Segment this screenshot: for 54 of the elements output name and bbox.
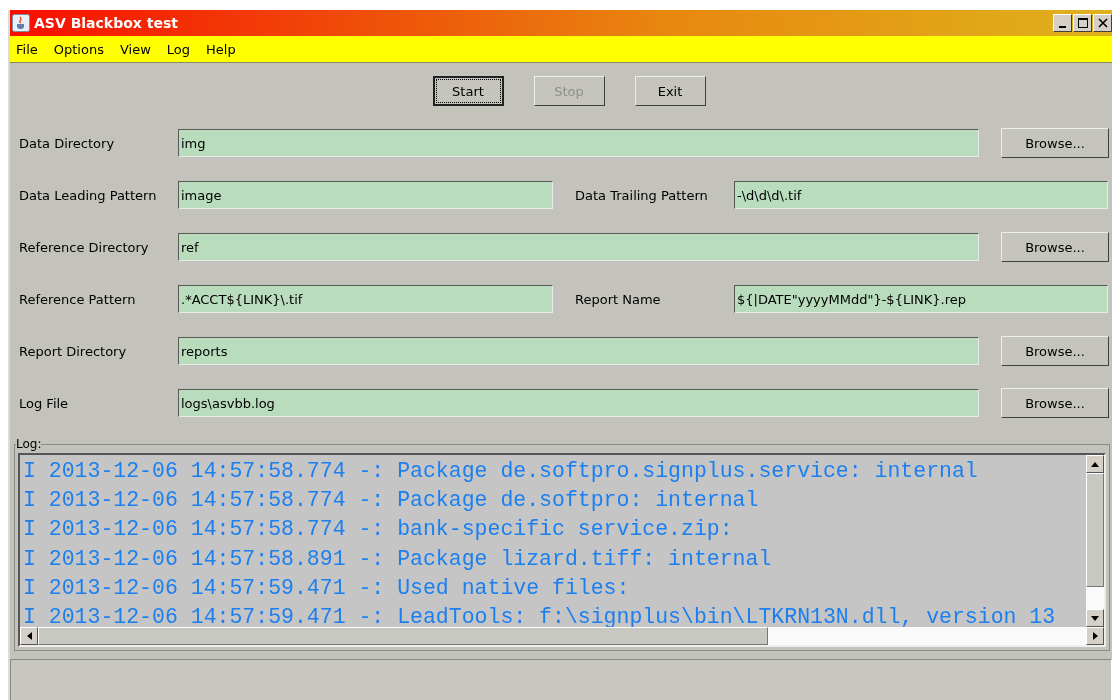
- log-line: I 2013-12-06 14:57:58.891 -: Package lizard.tiff: internal: [23, 545, 773, 573]
- text-field[interactable]: image: [178, 181, 553, 209]
- browse-button[interactable]: Browse...: [1001, 232, 1109, 262]
- log-line: I 2013-12-06 14:57:58.774 -: bank-specific service.zip:: [23, 516, 734, 544]
- menu-item[interactable]: View: [119, 41, 151, 57]
- scrollbar-thumb[interactable]: [38, 627, 768, 645]
- log-line: I 2013-12-06 14:57:59.471 -: LeadTools: f:\signplus\bin\LTKRN13N.dll, version 13: [23, 604, 1057, 627]
- text-field[interactable]: ref: [178, 233, 979, 261]
- log-title: Log:: [16, 437, 42, 451]
- text-field[interactable]: img: [178, 129, 979, 157]
- close-button[interactable]: [1093, 14, 1112, 32]
- field-label: Report Directory: [19, 343, 128, 359]
- field-label: Reference Pattern: [19, 291, 137, 307]
- browse-button[interactable]: Browse...: [1001, 388, 1109, 418]
- minimize-button[interactable]: [1053, 14, 1072, 32]
- maximize-button[interactable]: [1073, 14, 1092, 32]
- field-label: Log File: [19, 395, 70, 411]
- horizontal-scrollbar[interactable]: [20, 627, 1104, 645]
- down-arrow-icon: [1091, 615, 1099, 621]
- log-line: I 2013-12-06 14:57:59.471 -: Used native files:: [23, 574, 631, 602]
- field-label: Reference Directory: [19, 239, 150, 255]
- field-label: Report Name: [575, 291, 662, 307]
- menu-item[interactable]: File: [16, 41, 38, 57]
- right-arrow-icon: [1092, 632, 1098, 640]
- up-arrow-icon: [1091, 461, 1099, 467]
- field-label: Data Directory: [19, 135, 116, 151]
- menu-item[interactable]: Options: [53, 41, 104, 57]
- maximize-icon: [1077, 18, 1088, 28]
- minimize-icon: [1059, 25, 1066, 28]
- log-line: I 2013-12-06 14:57:58.774 -: Package de.softpro.signplus.service: internal: [23, 458, 979, 485]
- text-field[interactable]: .*ACCT${LINK}\.tif: [178, 285, 553, 313]
- vertical-scrollbar[interactable]: [1086, 455, 1104, 627]
- menu-item[interactable]: Log: [166, 41, 191, 57]
- close-icon: [1097, 18, 1108, 28]
- log-line: I 2013-12-06 14:57:58.774 -: Package de.softpro: internal: [23, 487, 760, 515]
- scroll-down-button[interactable]: [1086, 609, 1104, 627]
- left-arrow-icon: [26, 632, 32, 640]
- scroll-left-button[interactable]: [20, 627, 38, 645]
- text-field[interactable]: reports: [178, 337, 979, 365]
- text-field[interactable]: logs\asvbb.log: [178, 389, 979, 417]
- field-label: Data Trailing Pattern: [575, 187, 709, 203]
- coffee-cup-icon: [12, 14, 30, 32]
- scroll-right-button[interactable]: [1086, 627, 1104, 645]
- browse-button[interactable]: Browse...: [1001, 336, 1109, 366]
- window-title: ASV Blackbox test: [34, 15, 178, 31]
- field-label: Data Leading Pattern: [19, 187, 158, 203]
- action-button[interactable]: Start: [432, 76, 504, 106]
- scrollbar-thumb[interactable]: [1086, 473, 1104, 587]
- text-field[interactable]: ${|DATE"yyyyMMdd"}-${LINK}.rep: [734, 285, 1108, 313]
- browse-button[interactable]: Browse...: [1001, 128, 1109, 158]
- action-button[interactable]: Exit: [634, 76, 706, 106]
- scroll-up-button[interactable]: [1086, 455, 1104, 473]
- text-field[interactable]: -\d\d\d\.tif: [734, 181, 1108, 209]
- menu-item[interactable]: Help: [206, 41, 236, 57]
